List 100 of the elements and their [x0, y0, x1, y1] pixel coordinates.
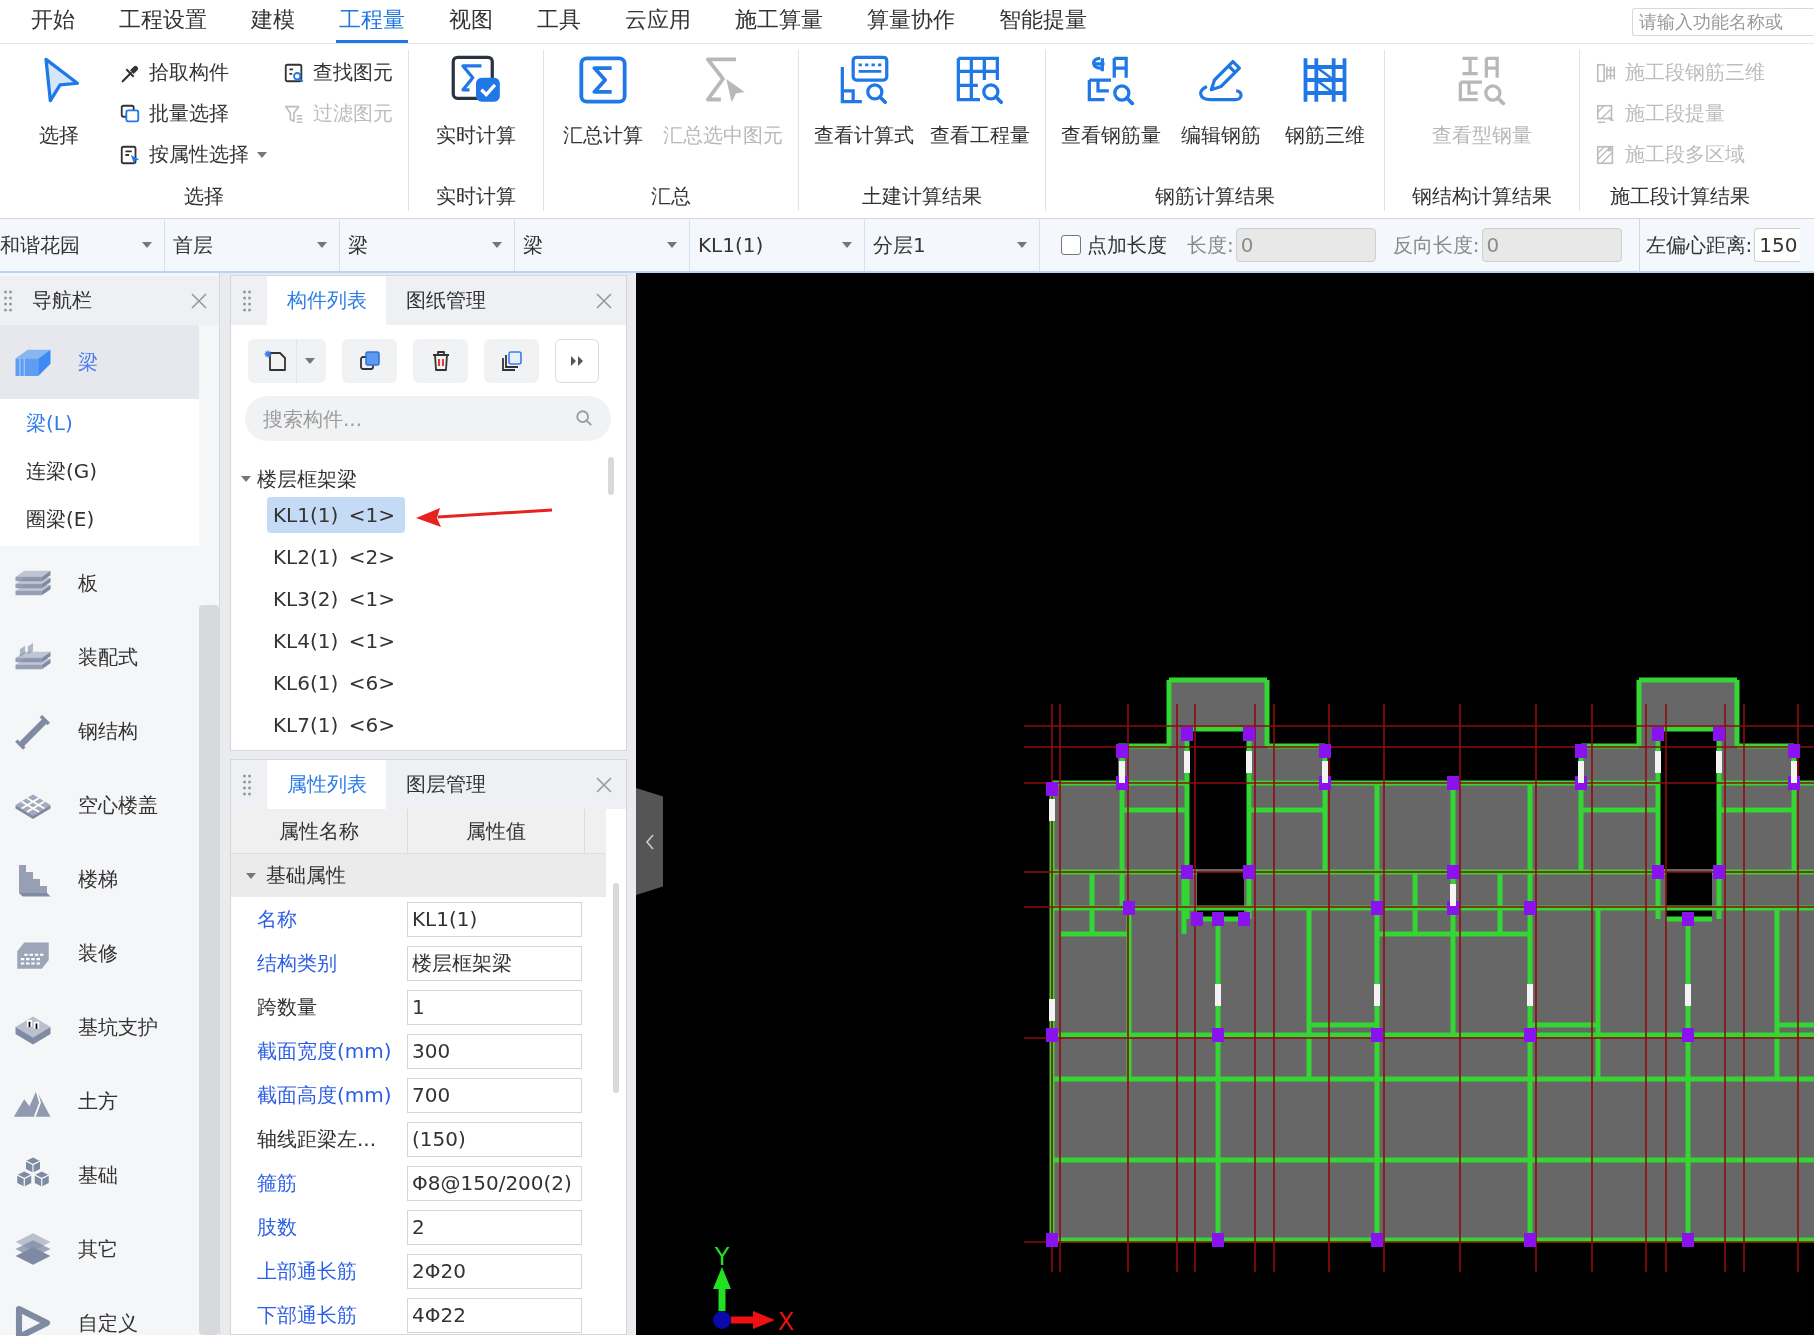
dropdown[interactable]: 梁 [340, 219, 515, 271]
menu-tab[interactable]: 工具 [534, 0, 584, 43]
axis-indicator [713, 1267, 775, 1329]
grid-search-icon [954, 54, 1006, 106]
panel-tab[interactable]: 属性列表 [267, 760, 386, 809]
ribbon-button[interactable]: 汇总计算 [559, 50, 647, 149]
menu-tab[interactable]: 施工算量 [732, 0, 826, 43]
menu-tab[interactable]: 视图 [446, 0, 496, 43]
nav-subitem[interactable]: 连梁(G) [0, 447, 199, 495]
caret-icon [667, 242, 677, 248]
more-button[interactable] [555, 339, 599, 383]
property-value-field[interactable]: (150) [407, 1121, 582, 1157]
checkbox-label: 点加长度 [1087, 231, 1167, 259]
caret-icon [246, 872, 256, 879]
menu-tab[interactable]: 工程量 [336, 0, 408, 43]
nav-item[interactable]: 楼梯 [0, 842, 199, 916]
scrollbar-thumb[interactable] [199, 605, 219, 1335]
ribbon-button[interactable]: 查找图元 [283, 52, 393, 93]
panel-tab[interactable]: 图层管理 [386, 760, 505, 809]
ribbon-button[interactable]: 实时计算 [432, 50, 520, 149]
tree-item[interactable]: KL2(1) <2> [267, 539, 405, 575]
property-value-field[interactable]: 楼层框架梁 [407, 945, 582, 981]
panel-tab[interactable]: 图纸管理 [386, 276, 505, 325]
property-value-field[interactable]: 4Φ22 [407, 1297, 582, 1333]
overlapping-squares-icon [119, 102, 141, 125]
menu-tab[interactable]: 算量协作 [864, 0, 958, 43]
nav-item[interactable]: 板 [0, 546, 199, 620]
tree-item[interactable]: KL6(1) <6> [267, 665, 405, 701]
copy-button[interactable] [342, 339, 397, 383]
nav-item[interactable]: 钢结构 [0, 694, 199, 768]
group-row[interactable]: 基础属性 [231, 854, 606, 897]
nav-item[interactable]: 基础 [0, 1138, 199, 1212]
ribbon-button[interactable]: 按属性选择 [119, 134, 267, 175]
ribbon-button[interactable]: 编辑钢筋 [1177, 50, 1265, 149]
nav-item[interactable]: 土方 [0, 1064, 199, 1138]
ribbon-button[interactable]: 查看计算式 [814, 50, 914, 149]
caret-icon [317, 242, 327, 248]
group-label: 基础属性 [266, 862, 346, 889]
dropdown[interactable]: 分层1 [865, 219, 1040, 271]
input-field[interactable]: 150 [1754, 228, 1801, 262]
property-name: 跨数量 [257, 993, 318, 1021]
ribbon-button[interactable]: 拾取构件 [119, 52, 267, 93]
menu-tab[interactable]: 开始 [28, 0, 78, 43]
rebar-frame-icon [1595, 61, 1617, 84]
tree-item[interactable]: KL7(1) <6> [267, 707, 405, 743]
ribbon-button[interactable]: 查看钢筋量 [1061, 50, 1161, 149]
property-value-field[interactable]: KL1(1) [407, 901, 582, 937]
tree-item[interactable]: KL1(1) <1> [267, 497, 405, 533]
new-button[interactable] [248, 339, 326, 383]
property-value-field[interactable]: 2 [407, 1209, 582, 1245]
steel-search-icon [1456, 54, 1508, 106]
scrollbar-thumb[interactable] [613, 883, 619, 1093]
dropdown[interactable]: 梁 [515, 219, 690, 271]
group-label: 施工段计算结果 [1609, 183, 1751, 210]
tree-item[interactable]: KL3(2) <1> [267, 581, 405, 617]
nav-item[interactable]: 装修 [0, 916, 199, 990]
checkbox[interactable] [1061, 235, 1081, 255]
copy-to-button[interactable] [484, 339, 539, 383]
menu-tab[interactable]: 建模 [248, 0, 298, 43]
panel-tab[interactable]: 构件列表 [267, 276, 386, 325]
property-value-field[interactable]: 300 [407, 1033, 582, 1069]
nav-item[interactable]: 基坑支护 [0, 990, 199, 1064]
nav-item[interactable]: 其它 [0, 1212, 199, 1286]
ribbon-button[interactable]: 查看工程量 [930, 50, 1030, 149]
list-cursor-icon [119, 143, 141, 166]
group-label: 土建计算结果 [861, 183, 983, 210]
menu-tab[interactable]: 工程设置 [116, 0, 210, 43]
caret-icon [142, 242, 152, 248]
ribbon-button[interactable]: 钢筋三维 [1281, 50, 1369, 149]
tree-item[interactable]: KL4(1) <1> [267, 623, 405, 659]
search-icon [575, 409, 593, 427]
property-name: 下部通长筋 [257, 1301, 358, 1329]
menu-tab[interactable]: 智能提量 [996, 0, 1090, 43]
menu-tab[interactable]: 云应用 [622, 0, 694, 43]
property-value-field[interactable]: 1 [407, 989, 582, 1025]
nav-item[interactable]: 装配式 [0, 620, 199, 694]
caret-icon [842, 242, 852, 248]
field-label: 左偏心距离: [1645, 231, 1753, 259]
delete-button[interactable] [413, 339, 468, 383]
nav-item[interactable]: 空心楼盖 [0, 768, 199, 842]
nav-subitem[interactable]: 圈梁(E) [0, 495, 199, 543]
property-value-field[interactable]: Φ8@150/200(2) [407, 1165, 582, 1201]
nav-item[interactable]: 自定义 [0, 1286, 199, 1336]
tree-group-label[interactable]: 楼层框架梁 [257, 465, 357, 493]
dropdown[interactable]: 和谐花园 [0, 219, 165, 271]
function-search-field[interactable]: 请输入功能名称或 [1632, 7, 1814, 36]
ribbon-button[interactable]: 选择 [15, 50, 103, 149]
scrollbar-thumb[interactable] [608, 457, 614, 495]
property-value-field[interactable]: 700 [407, 1077, 582, 1113]
ribbon-button[interactable]: 批量选择 [119, 93, 267, 134]
property-name: 轴线距梁左... [257, 1125, 378, 1153]
dropdown[interactable]: KL1(1) [690, 219, 865, 271]
property-value-field[interactable]: 2Φ20 [407, 1253, 582, 1289]
nav-subitem[interactable]: 梁(L) [0, 399, 199, 447]
search-field[interactable]: 搜索构件... [245, 396, 611, 441]
monitor-search-icon [838, 54, 890, 106]
double-chevron-icon [570, 356, 584, 366]
dropdown[interactable]: 首层 [165, 219, 340, 271]
drawing-canvas[interactable]: Y X [636, 273, 1814, 1335]
rebar-search-icon [1085, 54, 1137, 106]
